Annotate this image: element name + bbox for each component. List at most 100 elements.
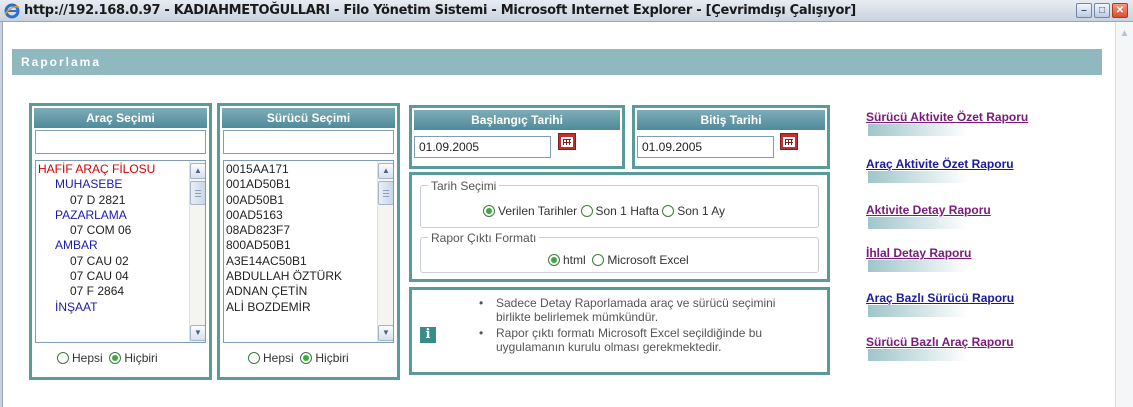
- date-range-legend: Tarih Seçimi: [428, 179, 500, 193]
- driver-list-item[interactable]: 0015AA171: [226, 162, 393, 177]
- scroll-thumb[interactable]: [378, 181, 393, 205]
- link-decoration: [868, 124, 968, 136]
- driver-list-item[interactable]: A3E14AC50B1: [226, 254, 393, 269]
- vehicle-list-item[interactable]: MUHASEBE: [38, 177, 205, 192]
- info-note: Rapor çıktı formatı Microsoft Excel seçi…: [479, 326, 816, 355]
- report-link-label: İhlal Detay Raporu: [866, 246, 972, 260]
- vehicle-select-options: Hepsi Hiçbiri: [57, 351, 158, 365]
- report-link[interactable]: Sürücü Aktivite Özet Raporu: [866, 110, 1086, 136]
- maximize-button[interactable]: □: [1094, 3, 1110, 18]
- driver-list-scrollbar[interactable]: ▲ ▼: [377, 161, 393, 342]
- driver-list-item[interactable]: ABDULLAH ÖZTÜRK: [226, 269, 393, 284]
- scroll-up-icon[interactable]: ▲: [1118, 28, 1131, 39]
- driver-search-input[interactable]: [223, 130, 394, 154]
- vehicle-list-item[interactable]: 07 CAU 02: [38, 254, 205, 269]
- end-calendar-icon[interactable]: [780, 133, 798, 150]
- vehicle-listbox[interactable]: HAFİF ARAÇ FİLOSU MUHASEBE 07 D 2821 PAZARL…: [35, 160, 206, 343]
- radio-label: Son 1 Hafta: [595, 204, 659, 218]
- vehicle-list-item[interactable]: İNŞAAT: [38, 300, 205, 315]
- format-html-radio[interactable]: html: [548, 253, 586, 267]
- driver-list-item[interactable]: 00AD5163: [226, 208, 393, 223]
- scroll-up-icon[interactable]: ▲: [378, 163, 393, 179]
- driver-list-item[interactable]: 001AD50B1: [226, 177, 393, 192]
- vehicle-search-input[interactable]: [35, 130, 206, 154]
- radio-icon[interactable]: [592, 254, 605, 266]
- driver-list-item[interactable]: 08AD823F7: [226, 223, 393, 238]
- radio-label: Hiçbiri: [315, 351, 349, 365]
- driver-all-radio[interactable]: Hepsi: [248, 351, 294, 365]
- end-date-header: Bitiş Tarihi: [637, 110, 825, 130]
- link-decoration: [868, 260, 968, 272]
- radio-label: html: [563, 253, 586, 267]
- driver-list: 0015AA171 001AD50B1 00AD50B1 00AD5163 08AD82…: [224, 161, 393, 315]
- driver-list-item[interactable]: ALİ BOZDEMİR: [226, 300, 393, 315]
- radio-icon[interactable]: [57, 352, 69, 364]
- vehicle-list-item[interactable]: 07 F 2864: [38, 284, 205, 299]
- report-link-label: Aktivite Detay Raporu: [866, 203, 991, 217]
- driver-selection-header: Sürücü Seçimi: [222, 108, 395, 128]
- vehicle-all-radio[interactable]: Hepsi: [57, 351, 103, 365]
- internet-explorer-icon: [4, 3, 20, 19]
- radio-checked-icon[interactable]: [548, 254, 560, 266]
- vehicle-none-radio[interactable]: Hiçbiri: [109, 351, 158, 365]
- link-decoration: [868, 171, 968, 183]
- radio-checked-icon[interactable]: [483, 205, 495, 217]
- scroll-up-icon[interactable]: ▲: [190, 163, 205, 179]
- date-last-month-radio[interactable]: Son 1 Ay: [662, 204, 725, 218]
- radio-label: Son 1 Ay: [677, 204, 726, 218]
- vehicle-list-item[interactable]: AMBAR: [38, 238, 205, 253]
- report-link[interactable]: İhlal Detay Raporu: [866, 246, 1086, 272]
- report-link-label: Araç Bazlı Sürücü Raporu: [866, 291, 1015, 305]
- scroll-down-icon[interactable]: ▼: [378, 325, 393, 341]
- radio-checked-icon[interactable]: [109, 352, 122, 364]
- radio-label: Verilen Tarihler: [498, 204, 578, 218]
- page-scrollbar[interactable]: ▲: [1115, 22, 1133, 407]
- driver-listbox[interactable]: 0015AA171 001AD50B1 00AD50B1 00AD5163 08AD82…: [223, 160, 394, 343]
- vehicle-list-scrollbar[interactable]: ▲ ▼: [189, 161, 205, 342]
- format-excel-radio[interactable]: Microsoft Excel: [592, 253, 689, 267]
- report-link[interactable]: Sürücü Bazlı Araç Raporu: [866, 335, 1086, 361]
- minimize-button[interactable]: –: [1076, 3, 1092, 18]
- radio-icon[interactable]: [662, 205, 675, 217]
- report-link-label: Araç Aktivite Özet Raporu: [866, 157, 1014, 171]
- report-link-label: Sürücü Bazlı Araç Raporu: [866, 335, 1014, 349]
- vehicle-selection-header: Araç Seçimi: [34, 108, 207, 128]
- date-given-radio[interactable]: Verilen Tarihler: [483, 204, 577, 218]
- driver-list-item[interactable]: ADNAN ÇETİN: [226, 284, 393, 299]
- report-link-label: Sürücü Aktivite Özet Raporu: [866, 110, 1029, 124]
- driver-list-item[interactable]: 00AD50B1: [226, 193, 393, 208]
- start-date-input[interactable]: [414, 136, 551, 158]
- window-titlebar: http://192.168.0.97 - KADIAHMETOĞULLARI …: [0, 0, 1133, 22]
- radio-label: Hepsi: [263, 351, 294, 365]
- close-button[interactable]: ✕: [1112, 3, 1128, 18]
- start-calendar-icon[interactable]: [558, 133, 576, 150]
- scroll-down-icon[interactable]: ▼: [190, 325, 205, 341]
- report-link[interactable]: Aktivite Detay Raporu: [866, 203, 1086, 229]
- vehicle-list-item[interactable]: 07 D 2821: [38, 193, 205, 208]
- window-title: http://192.168.0.97 - KADIAHMETOĞULLARI …: [24, 3, 856, 18]
- vehicle-list-item[interactable]: HAFİF ARAÇ FİLOSU: [38, 162, 205, 177]
- radio-icon[interactable]: [580, 205, 593, 217]
- end-date-input[interactable]: [637, 136, 774, 158]
- scroll-thumb[interactable]: [190, 181, 205, 205]
- vehicle-list-item[interactable]: 07 CAU 04: [38, 269, 205, 284]
- radio-checked-icon[interactable]: [300, 352, 313, 364]
- output-format-legend: Rapor Çıktı Formatı: [428, 231, 540, 245]
- info-note: Sadece Detay Raporlamada araç ve sürücü …: [479, 296, 816, 325]
- link-decoration: [868, 217, 968, 229]
- vehicle-list-item[interactable]: 07 COM 06: [38, 223, 205, 238]
- date-last-week-radio[interactable]: Son 1 Hafta: [580, 204, 659, 218]
- info-notes: Sadece Detay Raporlamada araç ve sürücü …: [479, 296, 816, 355]
- start-date-header: Başlangıç Tarihi: [414, 110, 620, 130]
- vehicle-list-item[interactable]: PAZARLAMA: [38, 208, 205, 223]
- driver-list-item[interactable]: 800AD50B1: [226, 238, 393, 253]
- report-link[interactable]: Araç Bazlı Sürücü Raporu: [866, 291, 1086, 317]
- output-format-options: html Microsoft Excel: [548, 253, 689, 267]
- report-link[interactable]: Araç Aktivite Özet Raporu: [866, 157, 1086, 183]
- driver-none-radio[interactable]: Hiçbiri: [300, 351, 349, 365]
- radio-icon[interactable]: [248, 352, 260, 364]
- section-header: Raporlama: [12, 49, 1102, 75]
- radio-label: Microsoft Excel: [607, 253, 689, 267]
- driver-select-options: Hepsi Hiçbiri: [248, 351, 349, 365]
- radio-label: Hepsi: [72, 351, 103, 365]
